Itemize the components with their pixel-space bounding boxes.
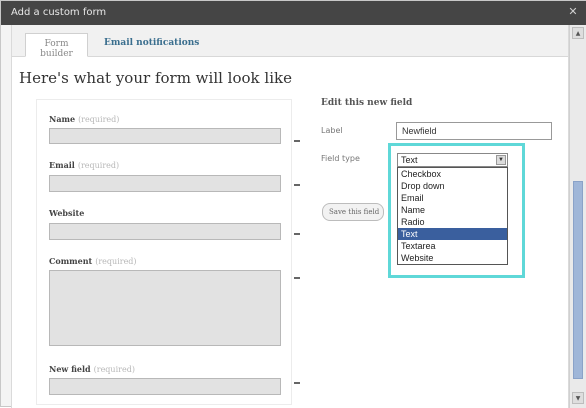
- preview-heading: Here's what your form will look like: [19, 69, 292, 87]
- tab-form-builder[interactable]: Form builder: [25, 33, 88, 59]
- required-note: (required): [77, 161, 120, 170]
- option-email[interactable]: Email: [398, 192, 507, 204]
- preview-email-input[interactable]: [49, 175, 281, 192]
- scrollbar-thumb[interactable]: [573, 181, 583, 379]
- remove-field-dash-comment[interactable]: [294, 277, 300, 279]
- field-type-dropdown-list: Checkbox Drop down Email Name Radio Text…: [397, 167, 508, 265]
- field-label-text: Comment: [49, 256, 93, 266]
- required-note: (required): [95, 257, 137, 266]
- scroll-down-icon[interactable]: ▼: [572, 392, 584, 404]
- label-caption: Label: [321, 126, 343, 135]
- preview-website-input[interactable]: [49, 223, 281, 240]
- option-radio[interactable]: Radio: [398, 216, 507, 228]
- tab-email-notifications[interactable]: Email notifications: [98, 33, 205, 57]
- preview-field-newfield-label: New field (required): [49, 364, 135, 374]
- option-textarea[interactable]: Textarea: [398, 240, 507, 252]
- preview-newfield-input[interactable]: [49, 378, 281, 395]
- option-name[interactable]: Name: [398, 204, 507, 216]
- preview-field-comment-label: Comment (required): [49, 256, 137, 266]
- save-field-button[interactable]: Save this field: [322, 203, 384, 221]
- field-label-text: New field: [49, 364, 91, 374]
- preview-comment-textarea[interactable]: [49, 270, 281, 346]
- field-type-select[interactable]: Text ▼: [397, 153, 508, 167]
- form-preview: Name (required) Email (required) Website C…: [36, 99, 292, 405]
- field-label-text: Email: [49, 160, 75, 170]
- vertical-scrollbar[interactable]: ▲ ▼: [569, 25, 586, 408]
- field-label-text: Website: [49, 208, 85, 218]
- field-label-text: Name: [49, 114, 76, 124]
- tab-bar: Form builder Email notifications: [12, 25, 568, 59]
- option-checkbox[interactable]: Checkbox: [398, 168, 507, 180]
- remove-field-dash-website[interactable]: [294, 233, 300, 235]
- field-type-caption: Field type: [321, 154, 360, 163]
- edit-field-title: Edit this new field: [321, 98, 413, 108]
- close-icon[interactable]: ✕: [566, 5, 580, 19]
- remove-field-dash-name[interactable]: [294, 140, 300, 142]
- scroll-up-icon[interactable]: ▲: [572, 27, 584, 39]
- remove-field-dash-email[interactable]: [294, 184, 300, 186]
- preview-field-name-label: Name (required): [49, 114, 119, 124]
- label-input[interactable]: Newfield: [396, 122, 552, 140]
- dialog-titlebar: Add a custom form ✕: [1, 1, 586, 25]
- option-drop-down[interactable]: Drop down: [398, 180, 507, 192]
- option-text[interactable]: Text: [398, 228, 507, 240]
- option-website[interactable]: Website: [398, 252, 507, 264]
- custom-form-dialog: Add a custom form ✕ Form builder Email n…: [0, 0, 586, 408]
- chevron-down-icon[interactable]: ▼: [496, 155, 506, 165]
- required-note: (required): [93, 365, 135, 374]
- remove-field-dash-newfield[interactable]: [294, 382, 300, 384]
- dialog-title: Add a custom form: [11, 7, 107, 18]
- preview-field-website-label: Website: [49, 208, 87, 218]
- preview-field-email-label: Email (required): [49, 160, 119, 170]
- preview-name-input[interactable]: [49, 128, 281, 144]
- field-type-selected-value: Text: [401, 155, 418, 165]
- required-note: (required): [78, 115, 120, 124]
